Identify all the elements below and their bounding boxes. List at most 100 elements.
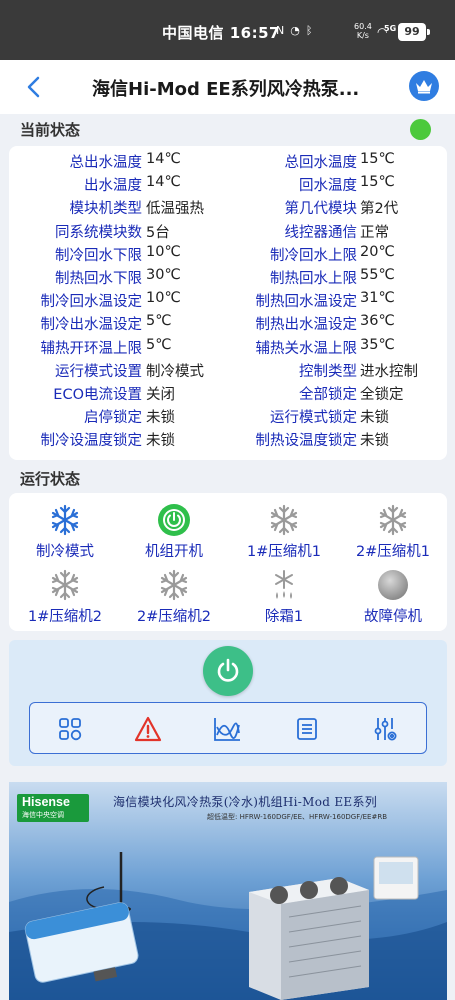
param-value: 低温强热 (146, 201, 204, 218)
param-label: 制热设温度锁定 (255, 433, 358, 450)
param-value: 5℃ (146, 336, 172, 353)
run-status-label: 2#压缩机2 (136, 609, 212, 625)
param-value: 31℃ (360, 290, 395, 307)
status-bar: 中国电信 16:57 N ◔ ᛒ 60.4 K/s ◠ 5G 99 (0, 0, 455, 60)
run-status-card: 制冷模式 机组开机 1#压缩机1 2#压缩机1 1#压缩机2 2#压缩机2 除霜1 故障停机 (9, 493, 447, 631)
param-label: 运行模式锁定 (270, 410, 357, 427)
speed-value: 60.4 (354, 22, 372, 31)
parameters-card: 总出水温度 14℃ 总回水温度 15℃ 出水温度 14℃ 回水温度 15℃ 模块机类型 低温强热 第… (9, 146, 447, 460)
param-label: 辅热开环温上限 (40, 340, 143, 357)
param-label: 制热出水温设定 (255, 317, 358, 334)
bluetooth-icon: ᛒ (305, 24, 313, 37)
function-toolbar (29, 702, 427, 754)
fault-icon (376, 568, 410, 602)
param-row: 运行模式设置 制冷模式 控制类型 进水控制 (9, 360, 447, 383)
param-label: 辅热关水温上限 (255, 340, 358, 357)
run-status-label: 除霜1 (264, 609, 304, 625)
crown-icon[interactable] (409, 71, 439, 101)
param-value: 第2代 (360, 201, 399, 218)
product-banner[interactable]: Hisense 海信中央空调 海信模块化风冷热泵(冷水)机组Hi-Mod EE系… (9, 782, 447, 1000)
param-row: 同系统模块数 5台 线控器通信 正常 (9, 221, 447, 244)
param-row: 总出水温度 14℃ 总回水温度 15℃ (9, 151, 447, 174)
current-status-title: 当前状态 (20, 121, 81, 139)
nfc-icon: N (276, 24, 285, 37)
param-value: 进水控制 (360, 363, 418, 380)
param-label: 制冷回水下限 (55, 247, 142, 264)
power-button[interactable] (203, 646, 253, 696)
snowflake-icon (376, 503, 410, 537)
run-status-item: 1#压缩机2 (10, 568, 120, 628)
param-label: 第几代模块 (284, 201, 358, 218)
param-value: 10℃ (146, 243, 181, 260)
param-value: 15℃ (360, 151, 395, 167)
run-status-label: 制冷模式 (36, 544, 94, 560)
run-status-label: 机组开机 (145, 544, 203, 560)
grid-icon[interactable] (55, 714, 85, 744)
param-label: ECO电流设置 (53, 387, 142, 403)
network-speed: 60.4 K/s (354, 22, 372, 40)
run-status-item: 2#压缩机1 (338, 503, 448, 563)
param-label: 制冷设温度锁定 (40, 433, 143, 450)
settings-sliders-icon[interactable] (370, 714, 400, 744)
param-value: 30℃ (146, 267, 181, 283)
param-value: 10℃ (146, 290, 181, 307)
param-value: 未锁 (360, 433, 389, 450)
param-label: 制热回水上限 (270, 271, 357, 287)
param-label: 全部锁定 (299, 387, 357, 403)
param-label: 回水温度 (299, 178, 357, 195)
param-label: 制热回水下限 (55, 271, 142, 287)
run-status-item: 机组开机 (119, 503, 229, 563)
list-icon[interactable] (292, 714, 322, 744)
param-row: ECO电流设置 关闭 全部锁定 全锁定 (9, 383, 447, 406)
param-label: 模块机类型 (69, 201, 143, 218)
param-label: 启停锁定 (84, 410, 142, 427)
param-value: 14℃ (146, 151, 181, 167)
chart-icon[interactable] (212, 714, 242, 744)
param-value: 5台 (146, 224, 170, 241)
app-header: 海信Hi-Mod EE系列风冷热泵... (0, 60, 455, 114)
param-row: 制热回水下限 30℃ 制热回水上限 55℃ (9, 267, 447, 290)
param-row: 模块机类型 低温强热 第几代模块 第2代 (9, 197, 447, 220)
control-panel (9, 640, 447, 766)
page-title: 海信Hi-Mod EE系列风冷热泵... (92, 79, 360, 100)
param-value: 全锁定 (360, 387, 404, 403)
param-row: 出水温度 14℃ 回水温度 15℃ (9, 174, 447, 197)
run-status-label: 故障停机 (364, 609, 422, 625)
run-status-item: 2#压缩机2 (119, 568, 229, 628)
param-value: 未锁 (360, 410, 389, 427)
run-status-label: 1#压缩机2 (27, 609, 103, 625)
param-value: 制冷模式 (146, 363, 204, 380)
online-status-indicator (410, 119, 431, 140)
param-value: 关闭 (146, 387, 175, 403)
param-value: 14℃ (146, 174, 181, 191)
snowflake-icon (157, 568, 191, 602)
param-row: 启停锁定 未锁 运行模式锁定 未锁 (9, 406, 447, 429)
power-icon (157, 503, 191, 537)
signal-label: 5G (384, 24, 397, 33)
product-illustration (9, 852, 447, 1000)
alarm-icon: ◔ (290, 24, 300, 37)
snowflake-icon (267, 503, 301, 537)
param-label: 控制类型 (299, 363, 357, 380)
back-arrow-icon[interactable] (22, 74, 48, 100)
run-status-label: 2#压缩机1 (355, 544, 431, 560)
run-status-item: 故障停机 (338, 568, 448, 628)
param-label: 线控器通信 (284, 224, 358, 241)
param-row: 辅热开环温上限 5℃ 辅热关水温上限 35℃ (9, 337, 447, 360)
param-value: 未锁 (146, 433, 175, 450)
warning-icon[interactable] (133, 714, 163, 744)
param-value: 35℃ (360, 336, 395, 353)
run-status-title: 运行状态 (20, 470, 81, 488)
param-value: 5℃ (146, 313, 172, 330)
param-label: 制冷回水上限 (270, 247, 357, 264)
param-label: 出水温度 (84, 178, 142, 195)
run-status-item: 制冷模式 (10, 503, 120, 563)
snowflake-icon (48, 568, 82, 602)
run-status-item: 除霜1 (229, 568, 339, 628)
param-value: 20℃ (360, 243, 395, 260)
param-value: 正常 (360, 224, 389, 241)
param-label: 总回水温度 (284, 155, 358, 171)
param-row: 制冷回水下限 10℃ 制冷回水上限 20℃ (9, 244, 447, 267)
run-status-label: 1#压缩机1 (246, 544, 322, 560)
power-icon (217, 658, 239, 682)
